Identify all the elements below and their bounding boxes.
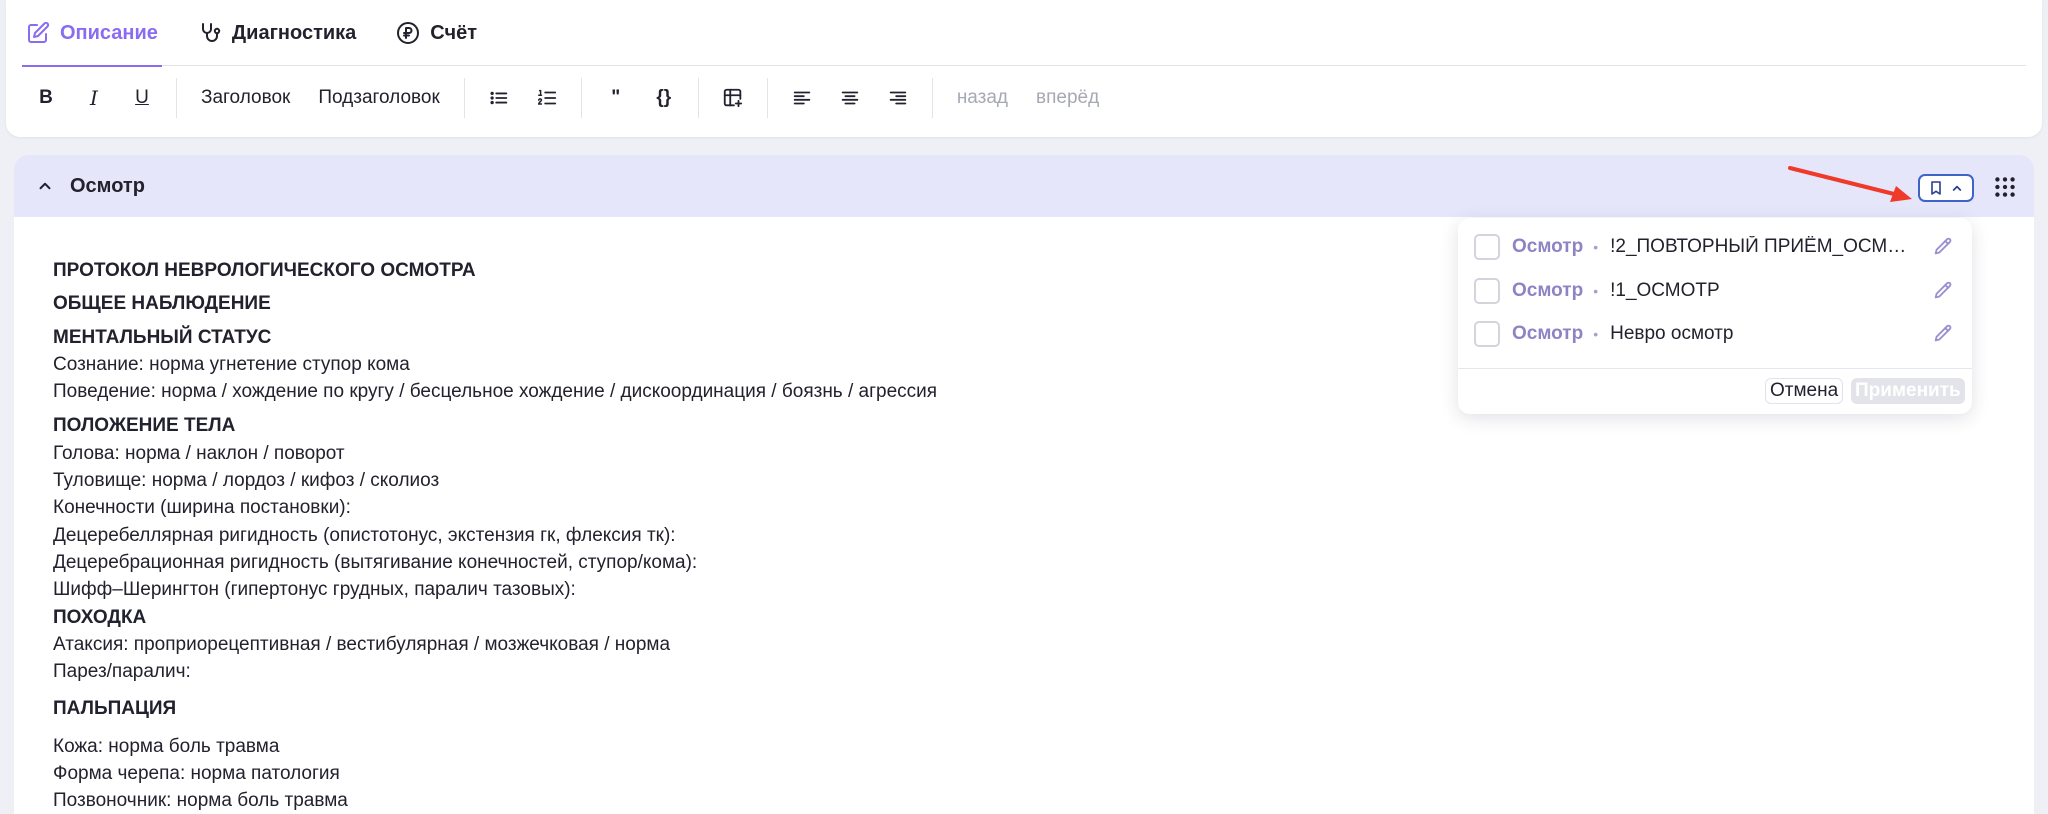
insert-table-button[interactable]	[709, 78, 757, 118]
template-item[interactable]: Осмотр • Невро осмотр	[1474, 319, 1956, 349]
template-checkbox[interactable]	[1474, 321, 1500, 347]
undo-button[interactable]: назад	[943, 78, 1022, 118]
quote-button[interactable]: "	[592, 78, 640, 118]
template-category: Осмотр	[1512, 236, 1584, 257]
align-right-icon	[889, 91, 907, 105]
toolbar-divider	[697, 78, 699, 118]
content-line: Позвоночник: норма боль травма	[53, 790, 348, 812]
section-header[interactable]: Осмотр	[14, 155, 2034, 217]
apply-button[interactable]: Применить	[1851, 378, 1965, 404]
toolbar-divider	[766, 78, 768, 118]
tab-label: Описание	[60, 21, 158, 44]
templates-dropdown: Осмотр • !2_ПОВТОРНЫЙ ПРИЁМ_ОСМОТР Осмот…	[1458, 218, 1972, 414]
template-checkbox[interactable]	[1474, 278, 1500, 304]
tab-label: Диагностика	[231, 21, 357, 44]
italic-button[interactable]: I	[70, 78, 118, 118]
template-category: Осмотр	[1512, 280, 1584, 301]
content-heading: ПАЛЬПАЦИЯ	[53, 698, 177, 720]
table-add-icon	[723, 88, 742, 108]
content-line: Децеребрационная ригидность (вытягивание…	[53, 551, 698, 573]
content-line: Парез/паралич:	[53, 661, 191, 683]
chevron-up-icon[interactable]	[36, 177, 54, 195]
bullet-list-icon	[490, 91, 508, 105]
heading-button[interactable]: Заголовок	[187, 78, 304, 118]
tab-label: Счёт	[430, 21, 478, 44]
pencil-icon[interactable]	[1932, 280, 1954, 302]
template-item[interactable]: Осмотр • !1_ОСМОТР	[1474, 276, 1956, 306]
code-button[interactable]: {}	[640, 78, 688, 118]
bullet-list-button[interactable]	[475, 78, 523, 118]
bookmark-icon	[1930, 181, 1941, 195]
separator-dot: •	[1593, 283, 1599, 299]
tab-bar: Описание Диагностика Счёт	[22, 0, 2026, 67]
tab-description[interactable]: Описание	[22, 0, 162, 67]
numbered-list-icon	[537, 89, 556, 105]
redo-button[interactable]: вперёд	[1022, 78, 1113, 118]
bold-button[interactable]: B	[22, 78, 70, 118]
content-line: Децеребеллярная ригидность (опистотонус,…	[53, 524, 676, 546]
toolbar-divider	[931, 78, 933, 118]
edit-icon	[28, 21, 50, 43]
align-center-icon	[841, 91, 859, 105]
content-line: Туловище: норма / лордоз / кифоз / сколи…	[53, 470, 440, 492]
ruble-icon	[397, 22, 420, 44]
content-line: Атаксия: проприорецептивная / вестибуляр…	[53, 633, 671, 655]
template-name: !2_ПОВТОРНЫЙ ПРИЁМ_ОСМОТР	[1610, 236, 1911, 257]
content-line: Шифф–Шерингтон (гипертонус грудных, пара…	[53, 579, 576, 601]
pencil-icon[interactable]	[1932, 323, 1954, 345]
numbered-list-button[interactable]	[523, 78, 571, 118]
template-name: !1_ОСМОТР	[1610, 280, 1720, 301]
format-toolbar: B I U Заголовок Подзаголовок " {} назад	[22, 78, 1113, 118]
template-name: Невро осмотр	[1610, 323, 1734, 344]
templates-button[interactable]	[1918, 174, 1974, 202]
toolbar-divider	[463, 78, 465, 118]
underline-button[interactable]: U	[118, 78, 166, 118]
dropdown-divider	[1458, 368, 1972, 369]
template-checkbox[interactable]	[1474, 234, 1500, 260]
toolbar-divider	[580, 78, 582, 118]
content-line: Конечности (ширина постановки):	[53, 497, 351, 519]
content-line: Голова: норма / наклон / поворот	[53, 442, 345, 464]
content-heading: ПОХОДКА	[53, 606, 147, 628]
content-line: Кожа: норма боль травма	[53, 735, 280, 757]
align-right-button[interactable]	[874, 78, 922, 118]
separator-dot: •	[1593, 239, 1599, 255]
align-center-button[interactable]	[826, 78, 874, 118]
subheading-button[interactable]: Подзаголовок	[304, 78, 453, 118]
drag-grid-icon[interactable]	[1992, 174, 2018, 200]
toolbar-divider	[176, 78, 177, 118]
tab-diagnostics[interactable]: Диагностика	[194, 0, 360, 66]
template-category: Осмотр	[1512, 323, 1584, 344]
section-title: Осмотр	[70, 174, 145, 197]
editor-header: Описание Диагностика Счёт B I U Заголово…	[6, 0, 2042, 137]
cancel-button[interactable]: Отмена	[1765, 378, 1844, 404]
content-line: Форма черепа: норма патология	[53, 763, 340, 785]
align-left-button[interactable]	[778, 78, 826, 118]
align-left-icon	[793, 91, 811, 105]
stethoscope-icon	[201, 23, 221, 42]
separator-dot: •	[1593, 326, 1599, 342]
pencil-icon[interactable]	[1932, 236, 1954, 258]
tab-bill[interactable]: Счёт	[392, 0, 481, 66]
template-item[interactable]: Осмотр • !2_ПОВТОРНЫЙ ПРИЁМ_ОСМОТР	[1474, 232, 1956, 262]
content-heading: ПОЛОЖЕНИЕ ТЕЛА	[53, 415, 236, 437]
chevron-up-icon	[1952, 185, 1961, 191]
